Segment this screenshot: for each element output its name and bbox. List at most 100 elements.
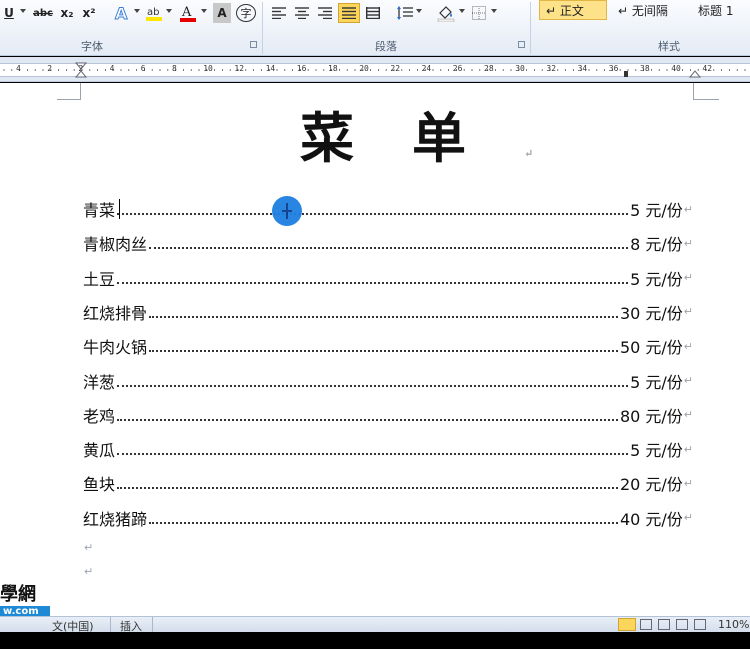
ruler-number: 26 [452,64,463,73]
print-layout-view-icon[interactable] [618,618,636,631]
menu-row[interactable]: 红烧猪蹄 40 元/份 ↵ [83,508,693,529]
menu-row[interactable]: 鱼块 20 元/份 ↵ [83,473,693,495]
ruler-number: 10 [203,64,213,73]
ruler-number: 4 [109,64,115,73]
ruler-number: 22 [390,64,401,73]
paragraph-group-label: 段落 [375,40,397,53]
menu-row[interactable]: 牛肉火锅 50 元/份 ↵ [83,336,693,358]
paragraph-mark: ↵ [683,374,693,387]
paragraph-dialog-launcher-icon[interactable] [518,41,525,48]
dish-name: 黄瓜 [83,441,116,461]
menu-title: 菜单↵ [300,111,533,165]
dish-price: 30 元/份 [619,303,683,323]
chevron-down-icon[interactable] [416,9,422,13]
ruler-number: 28 [484,64,494,73]
menu-row[interactable]: 老鸡 80 元/份 ↵ [83,405,693,426]
ruler-number: 4 [16,64,21,73]
zoom-level[interactable]: 110% [718,618,749,631]
ruler-number: 20 [359,64,369,73]
dot-leader [117,453,629,456]
line-spacing-icon[interactable] [396,3,414,23]
ruler-number: 32 [546,64,557,73]
full-screen-reading-view-icon[interactable] [640,619,652,630]
underline-button[interactable]: U [2,3,16,23]
superscript-button[interactable]: x² [80,3,98,23]
style-no-spacing[interactable]: ↵ 无间隔 [612,0,684,20]
align-left-icon[interactable] [270,3,288,23]
web-layout-view-icon[interactable] [658,619,670,630]
distributed-align-icon[interactable] [364,3,382,23]
highlight-icon[interactable]: ab [144,3,164,23]
chevron-down-icon[interactable] [459,9,465,13]
status-separator [110,617,111,632]
dish-price: 5 元/份 [630,201,683,220]
paragraph-mark: ↵ [84,541,94,554]
dish-name: 老鸡 [83,406,116,426]
dish-name: 鱼块 [83,475,116,495]
dish-name: 洋葱 [83,372,116,392]
style-heading-1[interactable]: 标题 1 [692,0,750,20]
borders-icon[interactable] [470,3,488,23]
chevron-down-icon[interactable] [166,9,172,13]
align-right-icon[interactable] [316,3,334,23]
menu-row[interactable]: 青椒肉丝 8 元/份 ↵ [83,233,693,254]
horizontal-ruler[interactable]: 4 2 2 4 6 8 10 12 14 16 18 20 22 24 26 28 30 32 34 36 38 40 42 [0,57,750,82]
dish-price: 20 元/份 [619,475,683,495]
draft-view-icon[interactable] [694,619,706,630]
dish-name: 红烧猪蹄 [83,509,148,529]
outline-view-icon[interactable] [676,619,688,630]
dot-leader [117,487,618,490]
dish-price: 50 元/份 [619,338,683,358]
paragraph-mark: ↵ [84,565,94,578]
chevron-down-icon[interactable] [201,9,207,13]
paragraph-mark: ↵ [683,442,693,456]
watermark-logo-text: 學網 [0,584,36,605]
strikethrough-button[interactable]: abc [32,3,54,23]
chevron-down-icon[interactable] [134,9,140,13]
enclose-characters-button[interactable]: 字 [236,4,256,22]
margin-corner-top-right [693,83,719,100]
svg-text:A: A [115,4,128,22]
menu-row[interactable]: 洋葱 5 元/份 ↵ [83,371,693,392]
text-caret [119,199,120,219]
dot-leader [149,247,629,250]
ruler-number: 16 [296,64,307,73]
menu-row[interactable]: 青菜 5 元/份 ↵ [83,199,693,220]
character-shading-button[interactable]: A [213,3,231,23]
font-dialog-launcher-icon[interactable] [250,41,257,48]
dot-leader [117,281,629,284]
ruler-number: 8 [172,64,177,73]
dot-leader [117,213,629,215]
ruler-number: 40 [671,64,681,73]
menu-row[interactable]: 黄瓜 5 元/份 ↵ [83,439,693,461]
styles-group-label: 样式 [658,40,680,53]
ruler-number: 14 [265,64,276,73]
paragraph-mark: ↵ [683,511,693,525]
shading-icon[interactable] [436,3,456,23]
dish-name: 牛肉火锅 [83,338,148,358]
paragraph-mark: ↵ [683,339,693,353]
dish-name: 土豆 [83,269,116,289]
ruler-number: 34 [577,64,588,73]
chevron-down-icon[interactable] [20,9,26,13]
dot-leader [117,384,629,387]
style-normal[interactable]: ↵ 正文 [539,0,607,20]
menu-row[interactable]: 土豆 5 元/份 ↵ [83,268,693,289]
font-color-icon[interactable]: A [178,3,198,23]
document-page[interactable]: 菜单↵ 青菜 5 元/份 ↵ 青椒肉丝 8 元/份 ↵ 土豆 5 元/份 ↵ 红烧排骨 30 元/份… [0,83,750,616]
justify-icon[interactable] [338,3,360,23]
text-effects-icon[interactable]: A [112,3,132,23]
chevron-down-icon[interactable] [491,9,497,13]
align-center-icon[interactable] [293,3,311,23]
dot-leader [149,521,618,524]
subscript-button[interactable]: x₂ [58,3,76,23]
dish-price: 5 元/份 [630,269,683,289]
menu-row[interactable]: 红烧排骨 30 元/份 ↵ [83,302,693,323]
ruler-number: 36 [608,64,619,73]
group-separator [262,2,263,54]
menu-title-text: 菜单 [300,106,524,170]
ruler-number: 6 [140,64,146,73]
font-group-label: 字体 [81,40,103,53]
dish-name: 青菜 [83,201,116,220]
ruler-number: 18 [328,64,338,73]
